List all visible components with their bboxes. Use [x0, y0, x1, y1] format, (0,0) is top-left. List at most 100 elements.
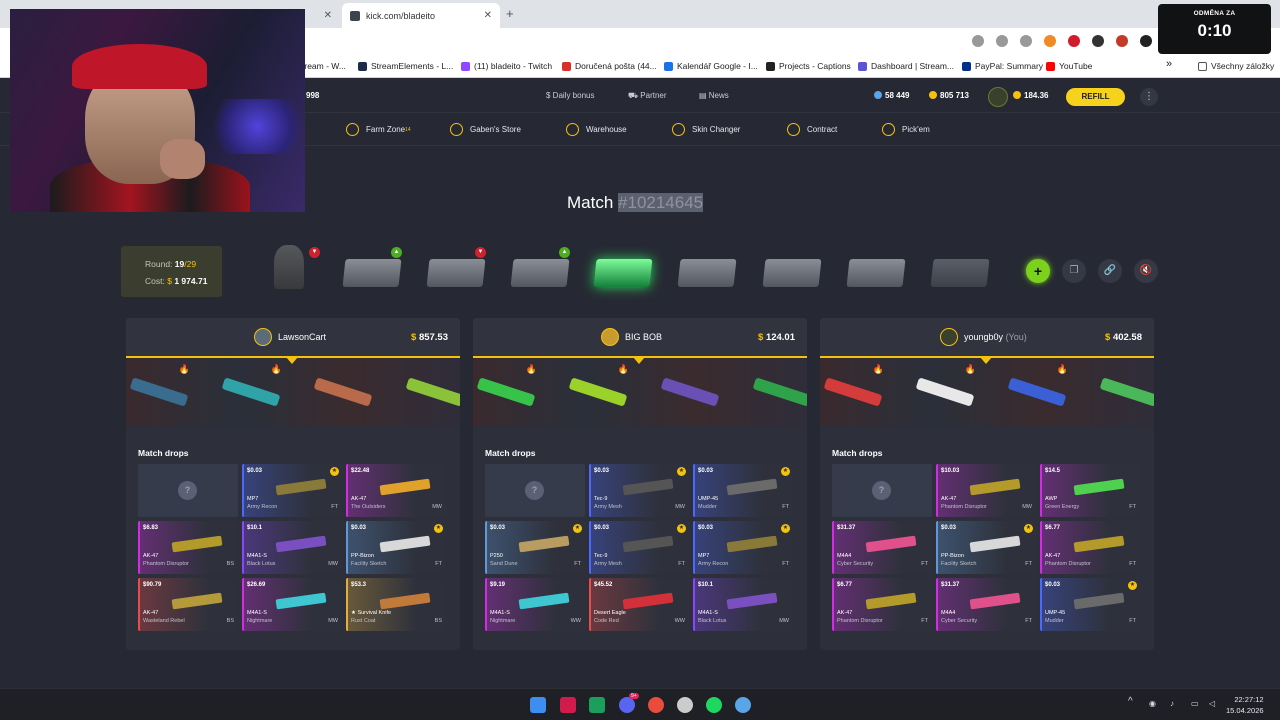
drop-card[interactable]: $6.77 AK-47 Phantom Disruptor FT: [1040, 521, 1140, 574]
match-id[interactable]: #10214645: [618, 193, 704, 212]
link-icon[interactable]: 🔗: [1098, 259, 1122, 283]
refill-button[interactable]: REFILL: [1066, 88, 1125, 106]
drop-card[interactable]: $6.77 AK-47 Phantom Disruptor FT: [832, 578, 932, 631]
tray-expand-icon[interactable]: ^: [1128, 696, 1133, 707]
case-round-6[interactable]: [675, 253, 739, 291]
drop-card[interactable]: $31.37 M4A4 Cyber Security FT: [936, 578, 1036, 631]
browser-tab-kick[interactable]: kick.com/bladeito ✕: [342, 3, 500, 28]
drop-card[interactable]: $0.03 ★ MP7 Army Recon FT: [693, 521, 793, 574]
extension-icon[interactable]: [1044, 35, 1056, 47]
bookmark-item[interactable]: StreamElements - L...: [358, 61, 453, 71]
drop-card[interactable]: $0.03 ★ UMP-45 Mudder FT: [1040, 578, 1140, 631]
nav-warehouse[interactable]: Warehouse: [566, 123, 627, 136]
case-round-5[interactable]: [591, 253, 655, 291]
wear-label: FT: [921, 561, 928, 567]
weapon-image: [379, 535, 431, 553]
drop-card[interactable]: $0.03 ★ PP-Bizon Facility Sketch FT: [346, 521, 446, 574]
network-icon[interactable]: ▭: [1191, 699, 1199, 708]
extension-icon[interactable]: [1140, 35, 1152, 47]
more-bookmarks-button[interactable]: »: [1166, 58, 1172, 70]
player-panel: youngb0y (You) $ 402.58 🔥 🔥 🔥 Match drops? $10…: [820, 318, 1154, 650]
more-menu-icon[interactable]: ⋮: [1140, 88, 1158, 106]
case-round-9[interactable]: [928, 253, 992, 291]
volume-icon[interactable]: ◁: [1209, 699, 1215, 708]
new-tab-button[interactable]: +: [506, 6, 514, 21]
bookmark-item[interactable]: (11) bladeito - Twitch: [461, 61, 552, 71]
nav-gabens-store[interactable]: Gaben's Store: [450, 123, 521, 136]
drop-card[interactable]: $9.19 M4A1-S Nightmare WW: [485, 578, 585, 631]
nav-pickem[interactable]: Pick'em: [882, 123, 930, 136]
app-icon[interactable]: [560, 697, 576, 713]
drop-card[interactable]: $10.1 M4A1-S Black Lotus MW: [693, 578, 793, 631]
user-avatar[interactable]: [988, 87, 1008, 107]
copy-icon[interactable]: ❐: [1062, 259, 1086, 283]
case-round-7[interactable]: [760, 253, 824, 291]
mute-icon[interactable]: 🔇: [1134, 259, 1158, 283]
case-round-4[interactable]: ▲: [508, 247, 572, 291]
steam-tray-icon[interactable]: ◉: [1149, 699, 1156, 708]
empty-drop-slot[interactable]: ?: [832, 464, 932, 517]
all-bookmarks[interactable]: Všechny záložky: [1198, 61, 1274, 71]
extension-icon[interactable]: [1092, 35, 1104, 47]
drop-card[interactable]: $53.3 ★ Survival Knife Rust Coat BS: [346, 578, 446, 631]
bookmark-item[interactable]: tream - W...: [302, 61, 346, 71]
steam-icon[interactable]: [735, 697, 751, 713]
partner-link[interactable]: ⛟ Partner: [628, 91, 667, 101]
drop-card[interactable]: $31.37 M4A4 Cyber Security FT: [832, 521, 932, 574]
discord-icon[interactable]: 9+: [619, 693, 639, 713]
player-name[interactable]: youngb0y (You): [964, 332, 1027, 342]
bookmark-item[interactable]: PayPal: Summary: [962, 61, 1043, 71]
drop-card[interactable]: $10.1 M4A1-S Black Lotus MW: [242, 521, 342, 574]
case-round-3[interactable]: ▼: [424, 247, 488, 291]
chrome-icon[interactable]: [648, 697, 664, 713]
drop-card[interactable]: $45.52 Desert Eagle Code Red WW: [589, 578, 689, 631]
extension-icon[interactable]: [1068, 35, 1080, 47]
start-icon[interactable]: [530, 697, 546, 713]
bookmark-item[interactable]: Projects - Captions: [766, 61, 851, 71]
drop-card[interactable]: $0.03 ★ P250 Sand Dune FT: [485, 521, 585, 574]
rarity-bar: [589, 578, 591, 631]
drop-card[interactable]: $6.83 AK-47 Phantom Disruptor BS: [138, 521, 238, 574]
drop-card[interactable]: $0.03 ★ PP-Bizon Facility Sketch FT: [936, 521, 1036, 574]
nav-farm-zone[interactable]: Farm Zone 14: [346, 123, 411, 136]
zoom-icon[interactable]: [996, 35, 1008, 47]
case-round-1[interactable]: ▼: [258, 245, 322, 291]
extension-icon[interactable]: [1116, 35, 1128, 47]
news-link[interactable]: ▤ News: [699, 91, 729, 100]
bookmark-star-icon[interactable]: [1020, 35, 1032, 47]
translate-icon[interactable]: [972, 35, 984, 47]
close-tab-icon[interactable]: ✕: [484, 10, 492, 21]
player-name[interactable]: BIG BOB: [625, 332, 662, 342]
add-case-button[interactable]: +: [1026, 259, 1050, 283]
case-round-2[interactable]: ▲: [340, 247, 404, 291]
bookmark-item[interactable]: YouTube: [1046, 61, 1092, 71]
drop-card[interactable]: $26.69 M4A1-S Nightmare MW: [242, 578, 342, 631]
daily-bonus-link[interactable]: $ Daily bonus: [546, 91, 594, 100]
weapon-name: AK-47: [143, 610, 159, 616]
drop-card[interactable]: $0.03 ★ Tec-9 Army Mesh MW: [589, 464, 689, 517]
nav-skin-changer[interactable]: Skin Changer: [672, 123, 740, 136]
close-tab-icon[interactable]: ✕: [324, 10, 332, 21]
wear-label: FT: [331, 504, 338, 510]
notification-badge: 9+: [629, 693, 639, 699]
obs-icon[interactable]: [677, 697, 693, 713]
drop-card[interactable]: $0.03 ★ Tec-9 Army Mesh FT: [589, 521, 689, 574]
drop-card[interactable]: $10.03 AK-47 Phantom Disruptor MW: [936, 464, 1036, 517]
spotify-icon[interactable]: [706, 697, 722, 713]
bookmark-item[interactable]: Doručená pošta (44...: [562, 61, 657, 71]
drop-card[interactable]: $0.03 ★ UMP-45 Mudder FT: [693, 464, 793, 517]
drop-card[interactable]: $22.48 AK-47 The Outsiders MW: [346, 464, 446, 517]
empty-drop-slot[interactable]: ?: [485, 464, 585, 517]
bookmark-item[interactable]: Kalendář Google - I...: [664, 61, 758, 71]
xbox-icon[interactable]: [589, 697, 605, 713]
nav-contract[interactable]: Contract: [787, 123, 837, 136]
drop-card[interactable]: $90.79 AK-47 Wasteland Rebel BS: [138, 578, 238, 631]
drop-card[interactable]: $14.5 AWP Green Energy FT: [1040, 464, 1140, 517]
empty-drop-slot[interactable]: ?: [138, 464, 238, 517]
player-name[interactable]: LawsonCart: [278, 332, 326, 342]
microphone-icon[interactable]: ♪: [1170, 699, 1174, 708]
drop-card[interactable]: $0.03 ★ MP7 Army Recon FT: [242, 464, 342, 517]
case-round-8[interactable]: [844, 253, 908, 291]
system-clock[interactable]: 22:27:12 15.04.2026: [1226, 694, 1264, 716]
bookmark-item[interactable]: Dashboard | Stream...: [858, 61, 954, 71]
